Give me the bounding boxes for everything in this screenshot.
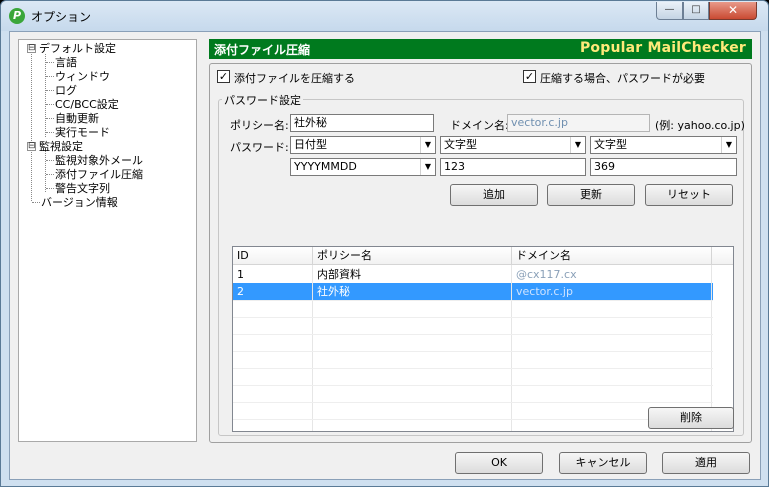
grid-line xyxy=(233,385,713,386)
tree-connector xyxy=(46,174,54,175)
add-button[interactable]: 追加 xyxy=(450,184,538,206)
title-bar[interactable]: P オプション — □ ✕ xyxy=(1,1,768,31)
password-type-combo-1[interactable]: 日付型 ▼ xyxy=(290,136,436,154)
close-button[interactable]: ✕ xyxy=(709,2,757,20)
settings-tree[interactable]: ⊟ デフォルト設定 言語 ウィンドウ ログ CC/BCC設定 自動更新 実行モー… xyxy=(18,39,197,442)
tree-connector xyxy=(32,202,40,203)
chevron-down-icon[interactable]: ▼ xyxy=(420,137,435,153)
grid-line xyxy=(511,265,512,431)
tree-item-excluded-mail[interactable]: 監視対象外メール xyxy=(55,154,143,167)
grid-line xyxy=(233,300,713,301)
grid-line xyxy=(233,402,713,403)
tree-connector xyxy=(46,62,54,63)
maximize-button[interactable]: □ xyxy=(683,2,709,20)
tree-connector xyxy=(46,90,54,91)
combo-value: 日付型 xyxy=(294,138,327,151)
combo-value: 文字型 xyxy=(594,138,627,151)
grid-line xyxy=(233,334,713,335)
dialog-client-area: ⊟ デフォルト設定 言語 ウィンドウ ログ CC/BCC設定 自動更新 実行モー… xyxy=(9,31,761,480)
update-button[interactable]: 更新 xyxy=(547,184,635,206)
column-header-domain-name[interactable]: ドメイン名 xyxy=(512,247,712,265)
chevron-down-icon[interactable]: ▼ xyxy=(721,137,736,153)
grid-line xyxy=(233,351,713,352)
password-settings-title: パスワード設定 xyxy=(222,92,303,108)
grid-line xyxy=(233,368,713,369)
options-window: P オプション — □ ✕ ⊟ デフォルト設定 言語 ウィンドウ ログ CC/B… xyxy=(0,0,769,487)
tree-connector xyxy=(46,104,54,105)
tree-item-auto-update[interactable]: 自動更新 xyxy=(55,112,99,125)
password-required-label: 圧縮する場合、パスワードが必要 xyxy=(540,72,705,85)
cell-policy-name: 内部資料 xyxy=(317,268,361,281)
expander-default-settings-icon[interactable]: ⊟ xyxy=(27,44,36,53)
tree-item-language[interactable]: 言語 xyxy=(55,56,77,69)
domain-input[interactable]: vector.c.jp xyxy=(507,114,650,132)
tree-connector xyxy=(46,160,54,161)
column-header-filler xyxy=(712,247,733,265)
date-format-combo[interactable]: YYYYMMDD ▼ xyxy=(290,158,436,176)
policy-name-label: ポリシー名: xyxy=(230,119,289,132)
domain-label: ドメイン名: xyxy=(450,119,509,132)
chevron-down-icon[interactable]: ▼ xyxy=(570,137,585,153)
tree-connector xyxy=(31,54,32,201)
compress-label: 添付ファイルを圧縮する xyxy=(234,72,355,85)
grid-line xyxy=(233,317,713,318)
minimize-button[interactable]: — xyxy=(656,2,683,20)
expander-monitor-settings-icon[interactable]: ⊟ xyxy=(27,142,36,151)
tree-item-log[interactable]: ログ xyxy=(55,84,77,97)
cell-domain-name: vector.c.jp xyxy=(516,285,573,298)
table-row[interactable]: 1 内部資料 @cx117.cx xyxy=(233,266,713,283)
compress-checkbox[interactable]: ✓ xyxy=(217,70,230,83)
password-label: パスワード: xyxy=(230,141,289,154)
policy-name-input[interactable]: 社外秘 xyxy=(290,114,434,132)
reset-button[interactable]: リセット xyxy=(645,184,733,206)
apply-button[interactable]: 適用 xyxy=(662,452,750,474)
password-type-combo-3[interactable]: 文字型 ▼ xyxy=(590,136,737,154)
tree-item-run-mode[interactable]: 実行モード xyxy=(55,126,110,139)
app-icon: P xyxy=(9,8,25,24)
cell-id: 1 xyxy=(237,268,244,281)
section-header: 添付ファイル圧縮 Popular MailChecker xyxy=(209,39,752,59)
tree-item-warning-strings[interactable]: 警告文字列 xyxy=(55,182,110,195)
domain-hint: (例: yahoo.co.jp) xyxy=(655,119,745,132)
grid-line xyxy=(233,419,713,420)
password-type-combo-2[interactable]: 文字型 ▼ xyxy=(440,136,586,154)
cancel-button[interactable]: キャンセル xyxy=(559,452,647,474)
ok-button[interactable]: OK xyxy=(455,452,543,474)
section-title: 添付ファイル圧縮 xyxy=(214,43,311,57)
tree-item-attachment-compression[interactable]: 添付ファイル圧縮 xyxy=(55,168,143,181)
password-required-checkbox[interactable]: ✓ xyxy=(523,70,536,83)
column-header-policy-name[interactable]: ポリシー名 xyxy=(313,247,512,265)
brand-logo: Popular MailChecker xyxy=(579,40,746,56)
tree-item-monitor-settings[interactable]: 監視設定 xyxy=(39,140,83,153)
tree-item-window[interactable]: ウィンドウ xyxy=(55,70,110,83)
delete-button[interactable]: 削除 xyxy=(648,407,734,429)
grid-line xyxy=(312,265,313,431)
password-text-input-2[interactable]: 369 xyxy=(590,158,737,176)
tree-connector xyxy=(45,54,46,137)
policy-list[interactable]: ID ポリシー名 ドメイン名 1 内部資料 @cx117.cx 2 社外秘 ve… xyxy=(232,246,734,432)
tree-connector xyxy=(46,76,54,77)
table-row-selected[interactable]: 2 社外秘 vector.c.jp xyxy=(233,283,713,300)
column-header-id[interactable]: ID xyxy=(233,247,313,265)
tree-connector xyxy=(46,188,54,189)
password-text-input-1[interactable]: 123 xyxy=(440,158,586,176)
tree-item-default-settings[interactable]: デフォルト設定 xyxy=(39,42,116,55)
combo-value: YYYYMMDD xyxy=(294,160,357,173)
cell-policy-name: 社外秘 xyxy=(317,285,350,298)
cell-id: 2 xyxy=(237,285,244,298)
tree-item-version-info[interactable]: バージョン情報 xyxy=(41,196,118,209)
window-title: オプション xyxy=(31,10,92,24)
cell-domain-name: @cx117.cx xyxy=(516,268,577,281)
tree-connector xyxy=(46,118,54,119)
combo-value: 文字型 xyxy=(444,138,477,151)
chevron-down-icon[interactable]: ▼ xyxy=(420,159,435,175)
tree-item-cc-bcc[interactable]: CC/BCC設定 xyxy=(55,98,119,111)
settings-panel: ✓ 添付ファイルを圧縮する ✓ 圧縮する場合、パスワードが必要 パスワード設定 … xyxy=(209,63,752,443)
tree-connector xyxy=(46,132,54,133)
tree-connector xyxy=(45,151,46,192)
